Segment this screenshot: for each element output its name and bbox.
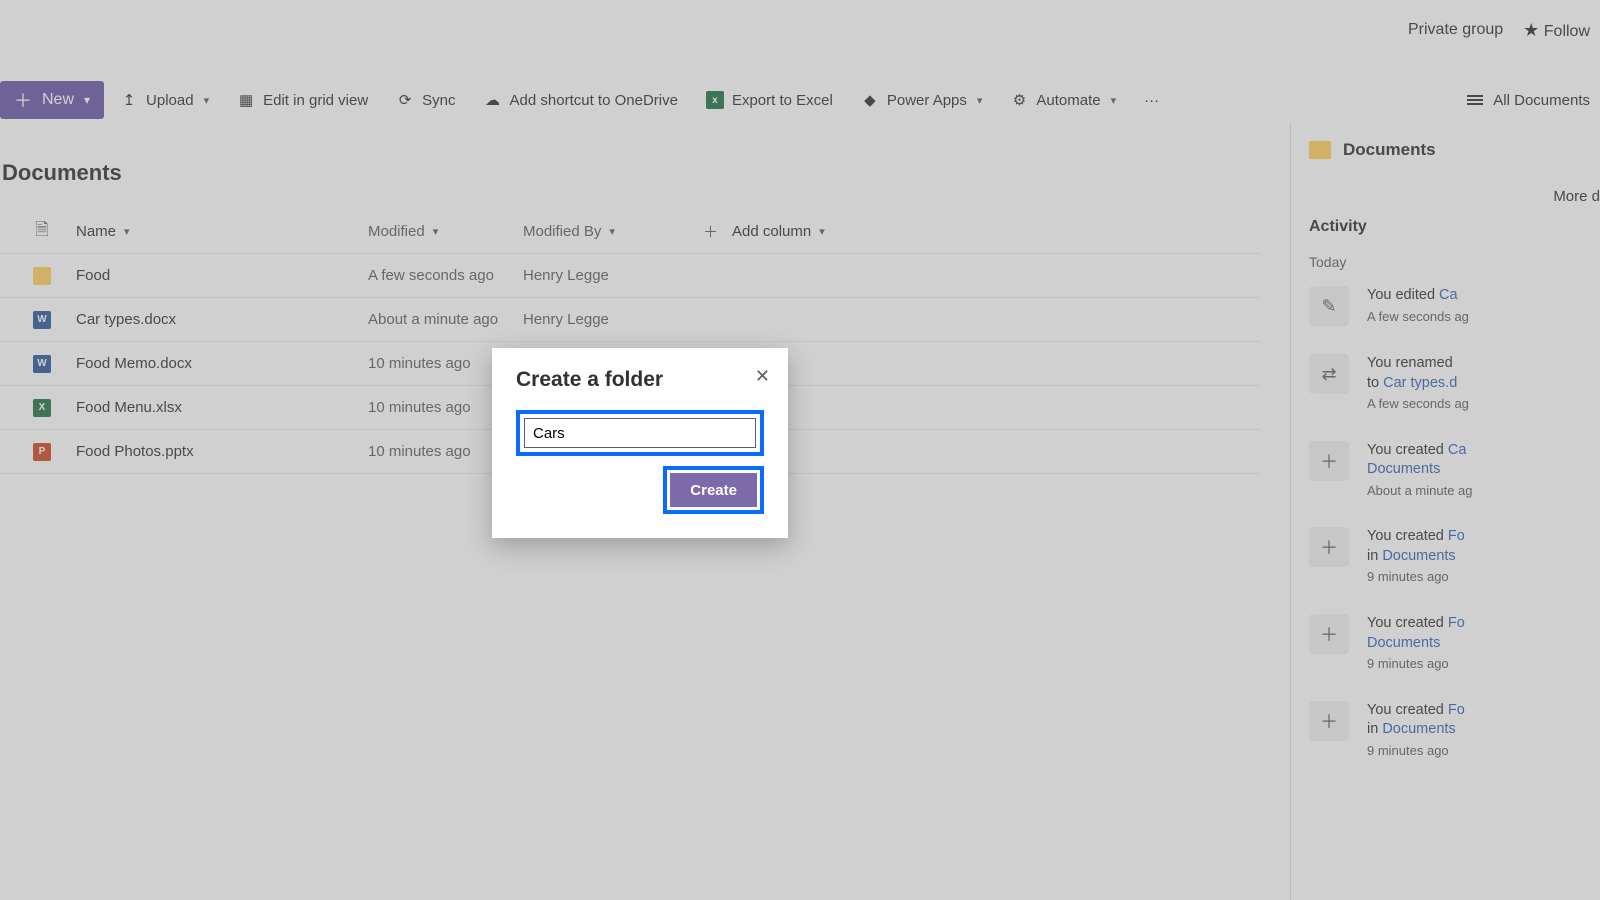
dialog-title: Create a folder <box>516 368 764 392</box>
folder-name-highlight <box>516 410 764 456</box>
close-button[interactable]: ✕ <box>755 366 770 387</box>
modal-overlay[interactable] <box>0 0 1600 900</box>
create-folder-dialog: Create a folder ✕ Create <box>492 348 788 538</box>
folder-name-input[interactable] <box>524 418 756 448</box>
create-button-highlight: Create <box>663 466 764 514</box>
close-icon: ✕ <box>755 366 770 386</box>
create-button[interactable]: Create <box>670 473 757 507</box>
